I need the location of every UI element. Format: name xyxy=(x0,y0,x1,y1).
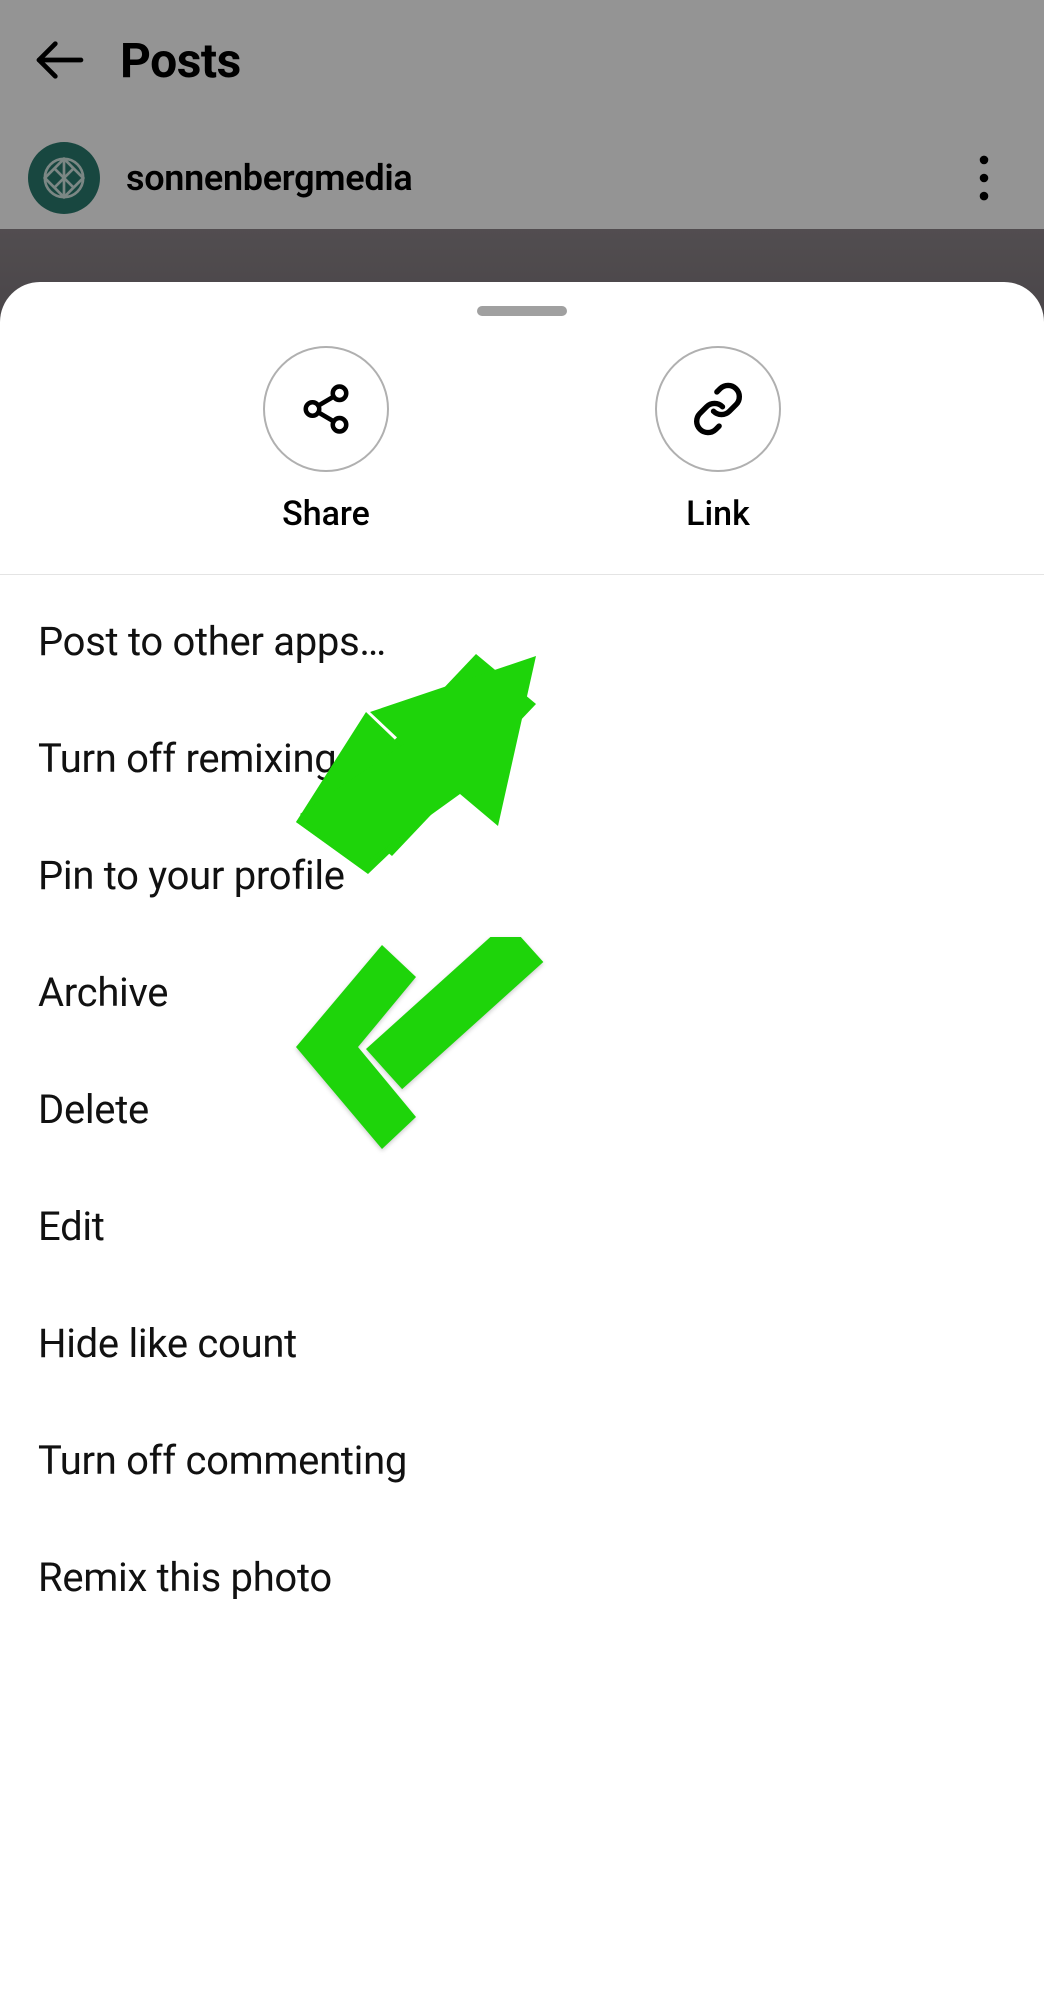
link-label: Link xyxy=(686,494,750,534)
sheet-action-row: Share Link xyxy=(0,316,1044,574)
leaf-globe-icon xyxy=(41,155,87,201)
post-author-row: sonnenbergmedia xyxy=(0,128,1044,228)
share-label: Share xyxy=(282,494,370,534)
share-action[interactable]: Share xyxy=(263,346,389,534)
page-title: Posts xyxy=(120,32,241,89)
share-icon xyxy=(299,382,353,436)
sheet-menu-list: Post to other apps… Turn off remixing Pi… xyxy=(0,575,1044,1636)
avatar[interactable] xyxy=(28,142,100,214)
link-icon-circle xyxy=(655,346,781,472)
more-options-button[interactable] xyxy=(944,138,1024,218)
menu-post-to-other-apps[interactable]: Post to other apps… xyxy=(0,583,1044,700)
link-action[interactable]: Link xyxy=(655,346,781,534)
menu-hide-like-count[interactable]: Hide like count xyxy=(0,1285,1044,1402)
username-label[interactable]: sonnenbergmedia xyxy=(126,157,412,199)
menu-pin-to-your-profile[interactable]: Pin to your profile xyxy=(0,817,1044,934)
link-icon xyxy=(691,382,745,436)
back-button[interactable] xyxy=(0,0,120,120)
menu-edit[interactable]: Edit xyxy=(0,1168,1044,1285)
menu-remix-this-photo[interactable]: Remix this photo xyxy=(0,1519,1044,1636)
arrow-left-icon xyxy=(32,32,88,88)
menu-turn-off-commenting[interactable]: Turn off commenting xyxy=(0,1402,1044,1519)
menu-archive[interactable]: Archive xyxy=(0,934,1044,1051)
menu-delete[interactable]: Delete xyxy=(0,1051,1044,1168)
header-bar: Posts xyxy=(0,0,1044,120)
bottom-sheet: Share Link Post to other apps… Turn off … xyxy=(0,282,1044,1999)
sheet-grabber[interactable] xyxy=(477,306,567,316)
more-vertical-icon xyxy=(979,155,989,201)
menu-turn-off-remixing[interactable]: Turn off remixing xyxy=(0,700,1044,817)
share-icon-circle xyxy=(263,346,389,472)
